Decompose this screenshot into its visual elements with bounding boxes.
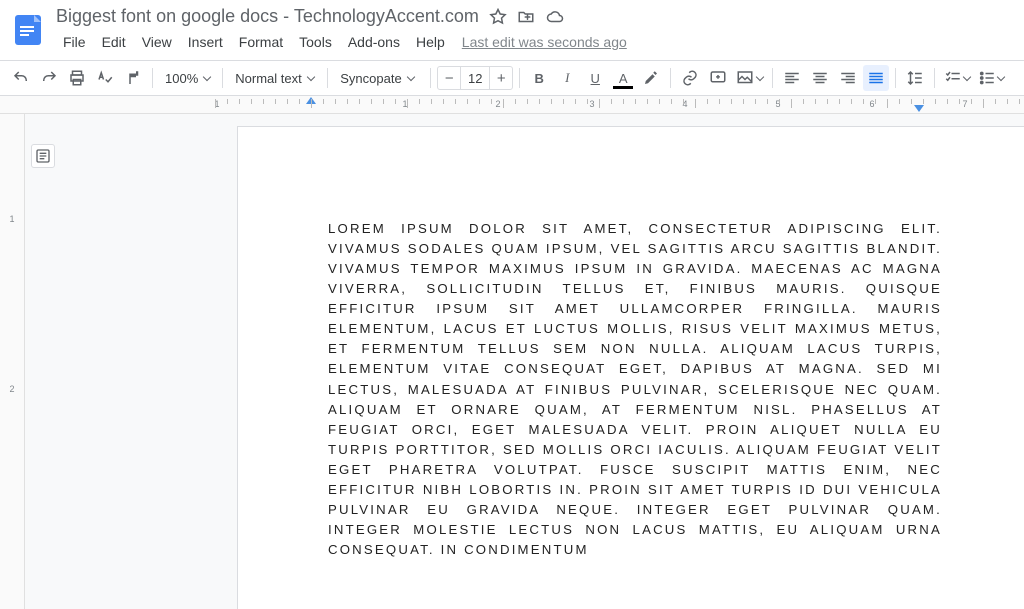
toolbar-separator bbox=[327, 68, 328, 88]
cloud-status-icon[interactable] bbox=[545, 8, 565, 26]
document-body-text[interactable]: Lorem ipsum dolor sit amet, consectetur … bbox=[328, 219, 942, 560]
checklist-button[interactable] bbox=[941, 65, 973, 91]
document-title[interactable]: Biggest font on google docs - Technology… bbox=[56, 6, 479, 27]
highlight-color-button[interactable] bbox=[638, 65, 664, 91]
chevron-down-icon bbox=[306, 72, 314, 80]
menu-insert[interactable]: Insert bbox=[181, 30, 230, 54]
align-left-button[interactable] bbox=[779, 65, 805, 91]
menu-help[interactable]: Help bbox=[409, 30, 452, 54]
line-spacing-button[interactable] bbox=[902, 65, 928, 91]
menu-edit[interactable]: Edit bbox=[95, 30, 133, 54]
chevron-down-icon bbox=[963, 72, 971, 80]
paragraph-style-dropdown[interactable]: Normal text bbox=[229, 65, 321, 91]
italic-button[interactable]: I bbox=[554, 65, 580, 91]
page[interactable]: Lorem ipsum dolor sit amet, consectetur … bbox=[237, 126, 1024, 609]
toolbar-separator bbox=[519, 68, 520, 88]
document-outline-button[interactable] bbox=[31, 144, 55, 168]
zoom-dropdown[interactable]: 100% bbox=[159, 65, 216, 91]
vruler-number: 1 bbox=[9, 214, 14, 224]
toolbar-separator bbox=[152, 68, 153, 88]
ruler-number: 2 bbox=[495, 99, 500, 109]
vruler-number: 2 bbox=[9, 384, 14, 394]
toolbar-separator bbox=[934, 68, 935, 88]
vertical-ruler[interactable]: 1 2 bbox=[0, 114, 25, 609]
toolbar-separator bbox=[222, 68, 223, 88]
title-bar: Biggest font on google docs - Technology… bbox=[0, 0, 1024, 54]
menu-view[interactable]: View bbox=[135, 30, 179, 54]
zoom-value: 100% bbox=[165, 71, 198, 86]
toolbar-separator bbox=[430, 68, 431, 88]
document-canvas: Lorem ipsum dolor sit amet, consectetur … bbox=[25, 114, 1024, 609]
align-justify-button[interactable] bbox=[863, 65, 889, 91]
bulleted-list-button[interactable] bbox=[975, 65, 1007, 91]
horizontal-ruler[interactable]: 1 1 2 3 4 5 6 7 bbox=[0, 96, 1024, 114]
right-indent-marker[interactable] bbox=[914, 105, 924, 112]
insert-comment-button[interactable] bbox=[705, 65, 731, 91]
font-family-dropdown[interactable]: Syncopate bbox=[334, 65, 424, 91]
toolbar: 100% Normal text Syncopate − 12 + B I U … bbox=[0, 60, 1024, 96]
toolbar-separator bbox=[670, 68, 671, 88]
menu-file[interactable]: File bbox=[56, 30, 93, 54]
print-button[interactable] bbox=[64, 65, 90, 91]
menu-tools[interactable]: Tools bbox=[292, 30, 339, 54]
bold-button[interactable]: B bbox=[526, 65, 552, 91]
font-size-control: − 12 + bbox=[437, 66, 513, 90]
align-center-button[interactable] bbox=[807, 65, 833, 91]
docs-logo[interactable] bbox=[8, 6, 48, 54]
chevron-down-icon bbox=[997, 72, 1005, 80]
chevron-down-icon bbox=[756, 72, 764, 80]
paint-format-button[interactable] bbox=[120, 65, 146, 91]
undo-button[interactable] bbox=[8, 65, 34, 91]
font-size-input[interactable]: 12 bbox=[460, 67, 490, 89]
menu-addons[interactable]: Add-ons bbox=[341, 30, 407, 54]
font-size-increase-button[interactable]: + bbox=[490, 70, 512, 87]
ruler-number: 7 bbox=[962, 99, 967, 109]
insert-link-button[interactable] bbox=[677, 65, 703, 91]
toolbar-separator bbox=[895, 68, 896, 88]
ruler-number: 6 bbox=[869, 99, 874, 109]
align-right-button[interactable] bbox=[835, 65, 861, 91]
ruler-number: 3 bbox=[589, 99, 594, 109]
workspace: 1 2 Lorem ipsum dolor sit amet, consecte… bbox=[0, 114, 1024, 609]
last-edit-status[interactable]: Last edit was seconds ago bbox=[462, 30, 627, 54]
menu-bar: File Edit View Insert Format Tools Add-o… bbox=[56, 30, 1014, 54]
toolbar-separator bbox=[772, 68, 773, 88]
chevron-down-icon bbox=[406, 72, 414, 80]
spellcheck-button[interactable] bbox=[92, 65, 118, 91]
font-size-decrease-button[interactable]: − bbox=[438, 70, 460, 87]
insert-image-button[interactable] bbox=[733, 65, 766, 91]
star-icon[interactable] bbox=[489, 8, 507, 26]
style-value: Normal text bbox=[235, 71, 301, 86]
menu-format[interactable]: Format bbox=[232, 30, 290, 54]
text-color-button[interactable]: A bbox=[610, 65, 636, 91]
move-icon[interactable] bbox=[517, 8, 535, 26]
chevron-down-icon bbox=[203, 72, 211, 80]
underline-button[interactable]: U bbox=[582, 65, 608, 91]
font-value: Syncopate bbox=[340, 71, 401, 86]
redo-button[interactable] bbox=[36, 65, 62, 91]
